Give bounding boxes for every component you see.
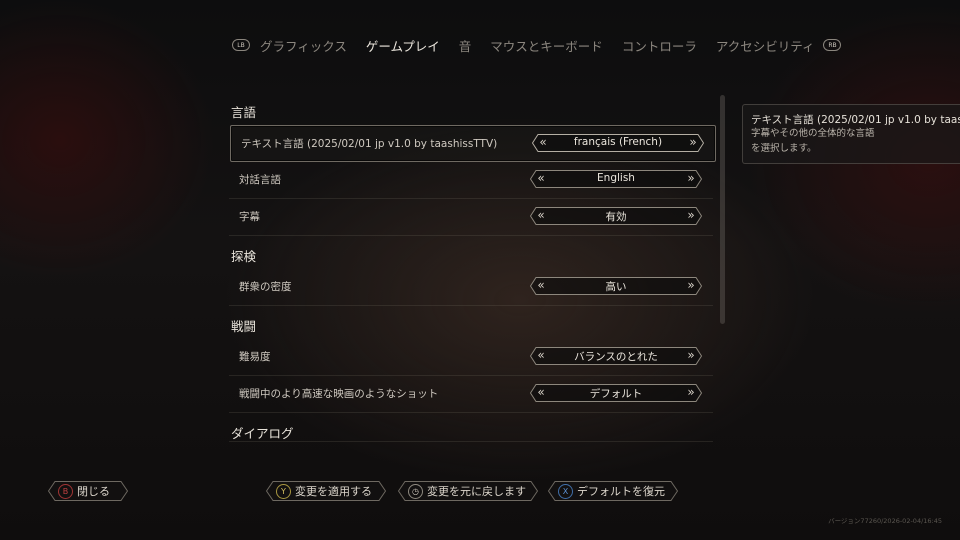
apply-changes-label: 変更を適用する	[295, 485, 372, 498]
option-selector[interactable]: « English »	[530, 170, 702, 188]
section-title-exploration: 探検	[231, 249, 257, 264]
restore-defaults-button[interactable]: X デフォルトを復元	[548, 481, 678, 501]
view-button-icon: ◷	[408, 483, 423, 499]
section-divider	[229, 441, 713, 442]
tab-accessibility[interactable]: アクセシビリティ	[716, 36, 815, 55]
option-selector[interactable]: « français (French) »	[532, 134, 704, 152]
next-option-icon[interactable]: »	[685, 135, 701, 149]
setting-label: 難易度	[239, 351, 271, 363]
previous-option-icon[interactable]: «	[533, 278, 549, 292]
setting-label: 群衆の密度	[239, 281, 292, 293]
revert-changes-label: 変更を元に戻します	[427, 485, 526, 498]
description-line: 字幕やその他の全体的な言語	[751, 128, 875, 139]
description-text: 字幕やその他の全体的な言語 を選択します。	[751, 127, 875, 156]
section-title-dialog: ダイアログ	[231, 426, 294, 441]
section-title-combat: 戦闘	[231, 319, 257, 334]
selected-value: 高い	[605, 281, 627, 293]
selected-value: デフォルト	[589, 388, 643, 400]
setting-label: 戦闘中のより高速な映画のようなショット	[239, 388, 439, 400]
tab-audio[interactable]: 音	[459, 36, 472, 55]
option-selector[interactable]: « バランスのとれた »	[530, 347, 702, 365]
previous-option-icon[interactable]: «	[533, 348, 549, 362]
tab-controller[interactable]: コントローラ	[622, 36, 697, 55]
description-title: テキスト言語 (2025/02/01 jp v1.0 by taashi	[751, 114, 960, 126]
version-text: バージョン77260/2026-02-04/16:45	[828, 517, 942, 525]
setting-row-crowd-density[interactable]: 群衆の密度 « 高い »	[229, 269, 713, 306]
setting-label: テキスト言語 (2025/02/01 jp v1.0 by taashissTT…	[241, 138, 498, 150]
selected-value: français (French)	[573, 136, 663, 148]
tab-graphics[interactable]: グラフィックス	[260, 36, 347, 55]
selected-value: 有効	[605, 211, 627, 223]
tab-mouse-keyboard[interactable]: マウスとキーボード	[490, 36, 603, 55]
close-button[interactable]: B 閉じる	[48, 481, 128, 501]
setting-row-cinematic-shots[interactable]: 戦闘中のより高速な映画のようなショット « デフォルト »	[229, 376, 713, 413]
apply-changes-button[interactable]: Y 変更を適用する	[266, 481, 386, 501]
option-selector[interactable]: « 有効 »	[530, 207, 702, 225]
revert-changes-button[interactable]: ◷ 変更を元に戻します	[398, 481, 538, 501]
selected-value: バランスのとれた	[574, 351, 658, 363]
setting-row-difficulty[interactable]: 難易度 « バランスのとれた »	[229, 339, 713, 376]
setting-row-subtitles[interactable]: 字幕 « 有効 »	[229, 199, 713, 236]
y-button-icon: Y	[276, 483, 291, 499]
section-title-language: 言語	[231, 105, 257, 120]
next-option-icon[interactable]: »	[683, 208, 699, 222]
setting-row-dialogue-language[interactable]: 対話言語 « English »	[229, 162, 713, 199]
option-selector[interactable]: « 高い »	[530, 277, 702, 295]
description-line: を選択します。	[751, 142, 817, 154]
selected-value: English	[597, 172, 635, 184]
option-selector[interactable]: « デフォルト »	[530, 384, 702, 402]
top-tab-bar: LB グラフィックス ゲームプレイ 音 マウスとキーボード コントローラ アクセ…	[232, 34, 842, 56]
x-button-icon: X	[558, 483, 573, 499]
lb-bumper-icon[interactable]: LB	[232, 39, 250, 51]
setting-row-text-language[interactable]: テキスト言語 (2025/02/01 jp v1.0 by taashissTT…	[230, 125, 716, 162]
next-option-icon[interactable]: »	[683, 385, 699, 399]
description-panel: テキスト言語 (2025/02/01 jp v1.0 by taashi 字幕や…	[742, 104, 960, 164]
close-label: 閉じる	[77, 485, 110, 498]
previous-option-icon[interactable]: «	[533, 208, 549, 222]
previous-option-icon[interactable]: «	[533, 171, 549, 185]
settings-scrollbar[interactable]	[720, 95, 725, 324]
previous-option-icon[interactable]: «	[533, 385, 549, 399]
next-option-icon[interactable]: »	[683, 171, 699, 185]
setting-label: 対話言語	[239, 174, 281, 186]
previous-option-icon[interactable]: «	[535, 135, 551, 149]
rb-bumper-icon[interactable]: RB	[823, 39, 842, 51]
b-button-icon: B	[58, 483, 73, 499]
restore-defaults-label: デフォルトを復元	[577, 485, 665, 498]
setting-label: 字幕	[239, 211, 260, 223]
next-option-icon[interactable]: »	[683, 348, 699, 362]
tab-gameplay[interactable]: ゲームプレイ	[366, 36, 440, 55]
next-option-icon[interactable]: »	[683, 278, 699, 292]
